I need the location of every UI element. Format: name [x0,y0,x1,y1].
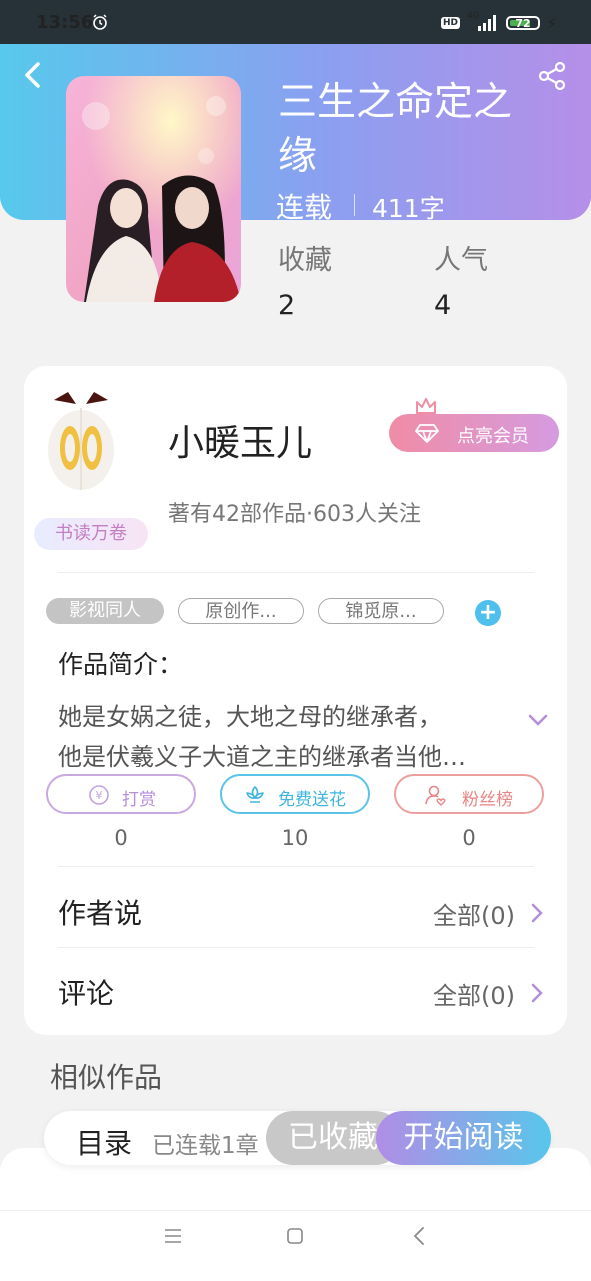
fans-ranking-button[interactable]: 粉丝榜 [394,774,544,814]
menu-icon[interactable] [163,1226,183,1246]
svg-text:¥: ¥ [96,789,103,802]
chevron-right-icon[interactable] [530,982,544,1004]
back-nav-icon[interactable] [410,1226,428,1246]
tip-button[interactable]: ¥ 打赏 [46,774,196,814]
flower-count: 10 [281,826,309,850]
genre-tag[interactable]: 影视同人 [46,598,164,624]
synopsis-text-line: 她是女娲之徒，大地之母的继承者， [58,703,442,731]
synopsis-text-line: 他是伏羲义子大道之主的继承者当他… [58,743,466,771]
popularity-label: 人气 [434,245,488,276]
chevron-down-icon[interactable] [527,712,549,728]
comments-label[interactable]: 评论 [58,972,114,1012]
diamond-icon [415,424,439,443]
send-flower-label: 免费送花 [278,790,346,810]
favorites-count: 2 [278,290,296,321]
chapter-count[interactable]: 已连载1章 [152,1126,259,1160]
book-title: 三生之命定之缘 [278,80,513,179]
crown-icon [416,398,436,414]
author-says-all-link[interactable]: 全部(0) [433,896,515,931]
alarm-clock-icon [93,14,107,30]
signal-icon [478,15,496,31]
share-icon[interactable] [536,60,568,92]
word-count: 411字 [372,194,445,223]
flower-icon [246,786,264,803]
fans-ranking-label: 粉丝榜 [462,790,513,810]
divider [58,572,534,573]
fans-count: 0 [462,826,476,850]
genre-tag[interactable]: 原创作... [178,598,304,624]
genre-tag[interactable]: 锦觅原... [318,598,444,624]
back-arrow-icon[interactable] [20,60,46,90]
add-tag-icon[interactable]: + [475,600,501,626]
battery-text: 72 [515,17,531,30]
author-says-label[interactable]: 作者说 [58,892,142,932]
table-of-contents-button[interactable]: 目录 [76,1122,132,1162]
favorites-label: 收藏 [278,245,332,276]
similar-works-heading: 相似作品 [50,1061,163,1094]
chevron-right-icon[interactable] [530,902,544,924]
light-up-vip-button[interactable]: 点亮会员 [389,414,559,452]
author-avatar[interactable] [46,390,116,500]
synopsis-title: 作品简介： [58,650,184,679]
divider [58,947,534,948]
tip-count: 0 [114,826,128,850]
yuan-coin-icon: ¥ [89,785,109,805]
vip-button-label: 点亮会员 [457,426,529,447]
book-cover-image[interactable] [66,76,241,302]
charging-icon: ⚡ [546,14,558,33]
comments-all-link[interactable]: 全部(0) [433,976,515,1011]
header-divider [354,194,355,216]
author-name[interactable]: 小暖玉儿 [168,414,312,466]
serial-status: 连载 [276,191,333,224]
status-time: 13:56 [36,12,94,33]
popularity-count: 4 [434,290,452,321]
author-stats: 著有42部作品·603人关注 [168,502,421,527]
reader-level-badge: 书读万卷 [34,518,148,550]
start-reading-button[interactable]: 开始阅读 [376,1111,551,1165]
home-square-icon[interactable] [286,1227,304,1245]
tip-button-label: 打赏 [122,790,156,810]
user-heart-icon [425,785,446,806]
hd-badge: HD [441,17,461,29]
system-nav-bar [0,1210,591,1281]
send-flower-button[interactable]: 免费送花 [220,774,370,814]
divider [58,866,534,867]
